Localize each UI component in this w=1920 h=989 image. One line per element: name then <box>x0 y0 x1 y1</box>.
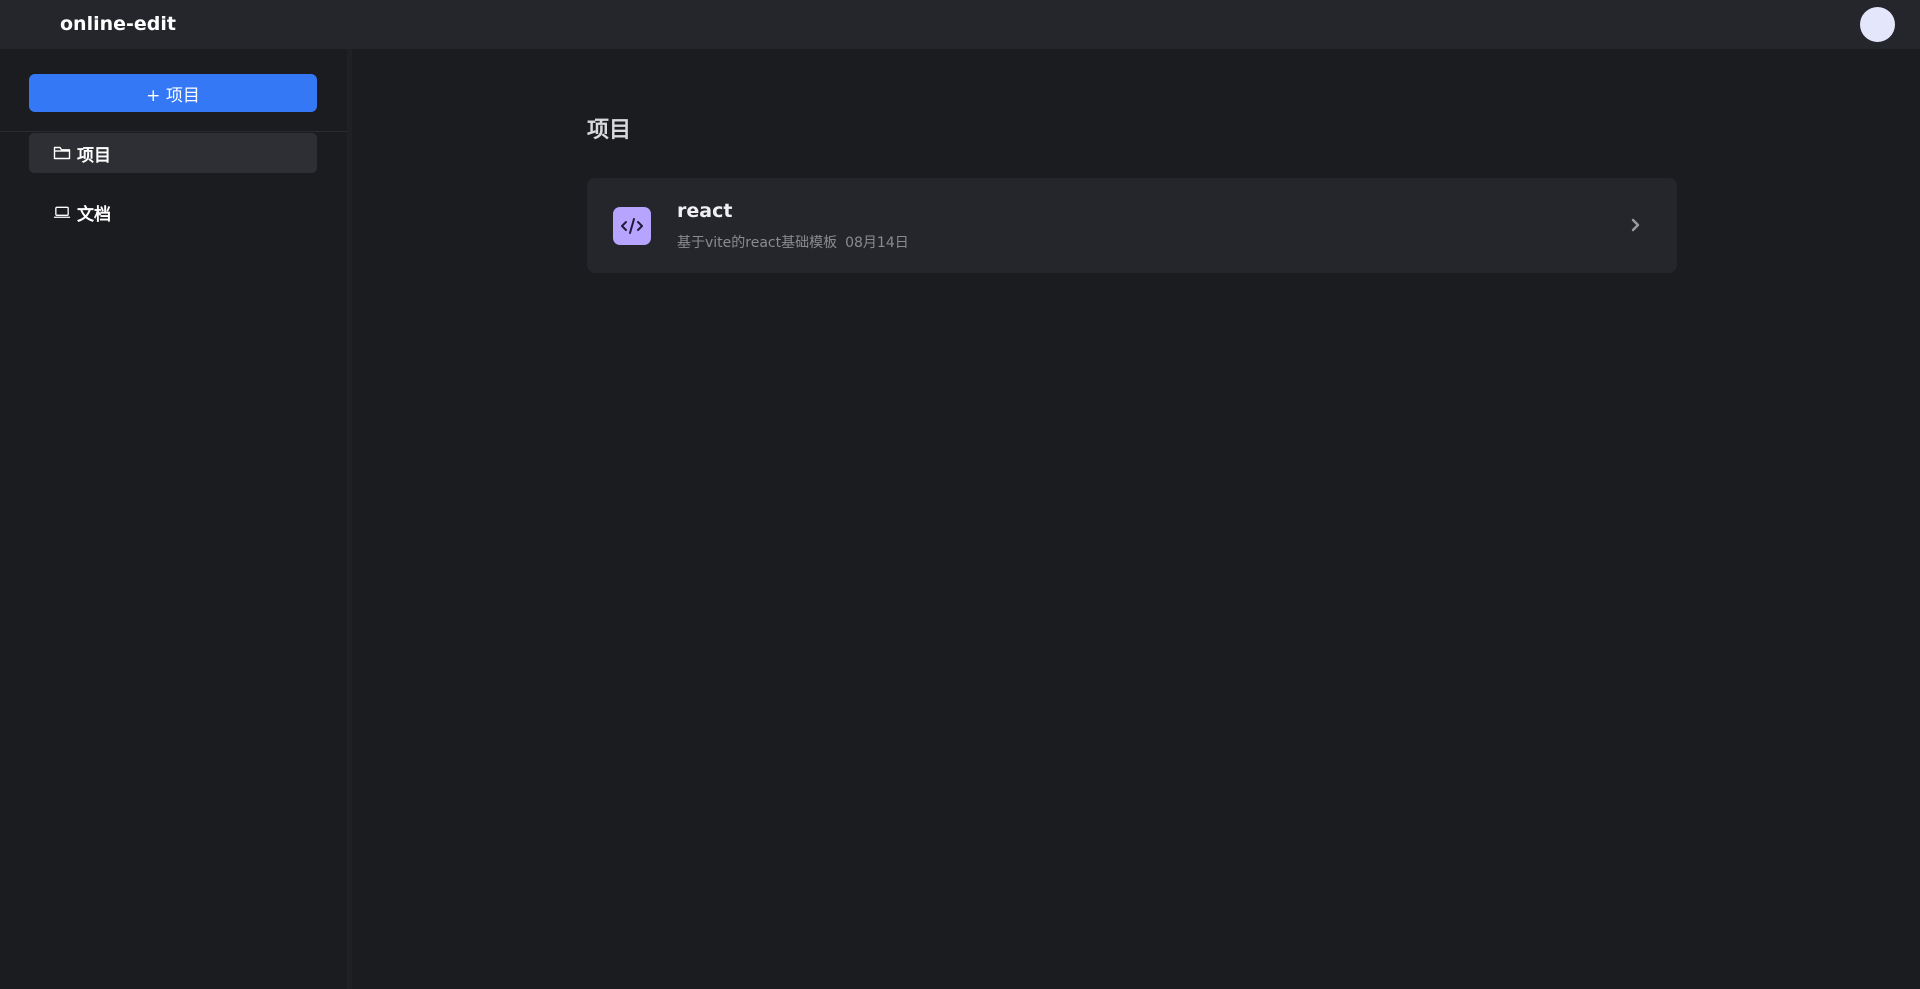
sidebar-item-projects[interactable]: 项目 <box>29 133 317 173</box>
project-meta: 基于vite的react基础模板 08月14日 <box>677 232 909 252</box>
new-project-label: + 项目 <box>146 85 200 106</box>
sidebar-item-label: 文档 <box>77 204 111 225</box>
sidebar-resize-handle[interactable] <box>347 49 352 989</box>
code-icon <box>613 207 651 245</box>
top-bar: online-edit <box>0 0 1920 49</box>
project-description: 基于vite的react基础模板 <box>677 235 838 251</box>
new-project-button[interactable]: + 项目 <box>29 74 317 112</box>
project-card[interactable]: react 基于vite的react基础模板 08月14日 <box>587 178 1677 273</box>
app-title[interactable]: online-edit <box>60 13 176 35</box>
project-date: 08月14日 <box>845 235 909 251</box>
laptop-icon <box>53 203 71 221</box>
sidebar-separator <box>0 131 347 132</box>
sidebar-item-docs[interactable]: 文档 <box>29 192 317 232</box>
chevron-right-icon[interactable] <box>1625 215 1645 235</box>
sidebar-item-label: 项目 <box>77 145 111 166</box>
folder-icon <box>53 144 71 162</box>
project-name: react <box>677 200 733 222</box>
sidebar: + 项目 项目 文档 <box>0 49 347 989</box>
page-title: 项目 <box>587 118 632 143</box>
avatar[interactable] <box>1860 7 1895 42</box>
